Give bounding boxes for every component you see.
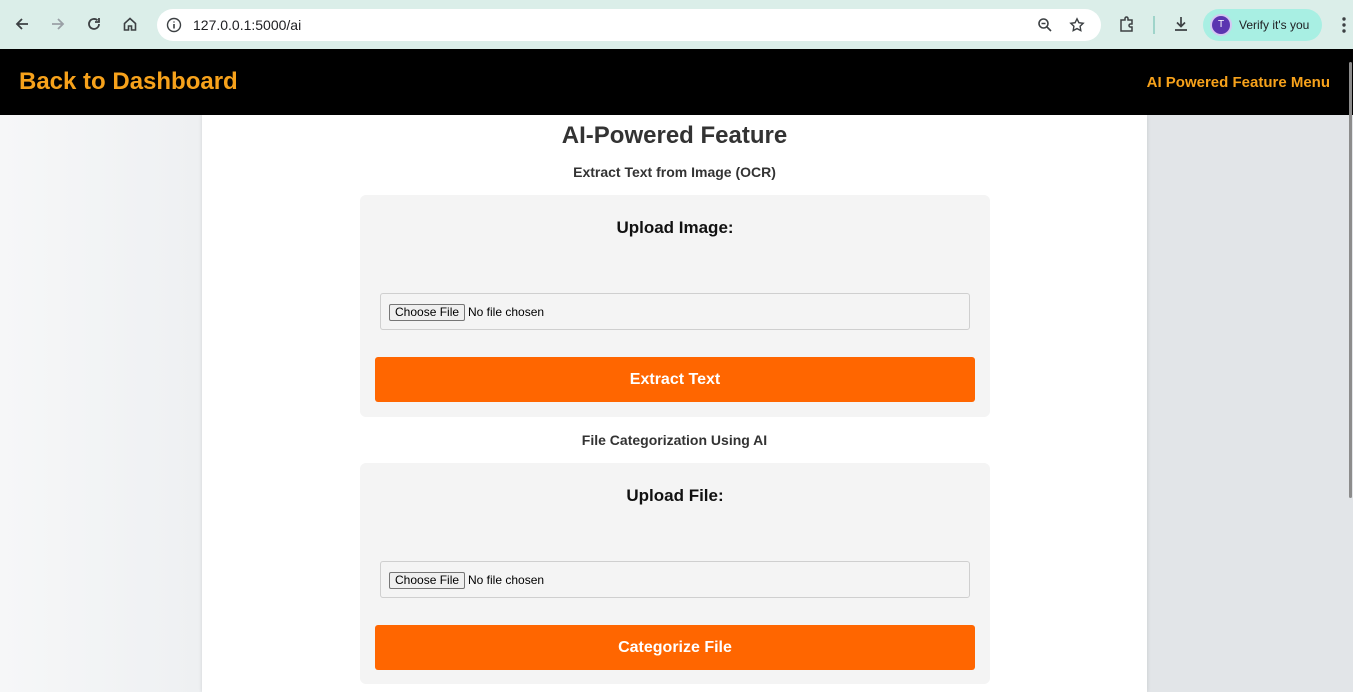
kebab-menu-icon[interactable] [1334,14,1353,36]
toolbar-divider [1153,16,1155,34]
ocr-panel: Upload Image: Choose File No file chosen… [360,195,990,417]
file-status-text: No file chosen [468,573,545,587]
choose-file-button[interactable]: Choose File [389,304,466,321]
categorization-section-title: File Categorization Using AI [581,432,768,448]
extract-text-button[interactable]: Extract Text [375,357,975,402]
file-input[interactable]: Choose File No file chosen [380,561,970,598]
bookmark-star-icon[interactable] [1065,13,1089,37]
url-text[interactable]: 127.0.0.1:5000/ai [193,17,301,33]
page-title: AI-Powered Feature [561,122,788,149]
back-to-dashboard-link[interactable]: Back to Dashboard [19,68,238,96]
ocr-section-title: Extract Text from Image (OCR) [573,164,776,180]
file-status-text: No file chosen [468,305,545,319]
back-arrow-icon[interactable] [10,12,34,36]
zoom-icon[interactable] [1033,13,1057,37]
categorization-panel: Upload File: Choose File No file chosen … [360,463,990,684]
forward-arrow-icon[interactable] [46,12,70,36]
ai-feature-menu-link[interactable]: AI Powered Feature Menu [1147,74,1330,91]
reload-icon[interactable] [82,12,106,36]
choose-file-button[interactable]: Choose File [389,572,466,589]
avatar: T [1212,16,1230,34]
verify-profile-button[interactable]: T Verify it's you [1203,9,1322,41]
page-background-right [1147,115,1353,692]
image-file-input[interactable]: Choose File No file chosen [380,293,970,330]
verify-label: Verify it's you [1239,18,1310,32]
main-card: AI-Powered Feature Extract Text from Ima… [202,115,1147,692]
site-header: Back to Dashboard AI Powered Feature Men… [0,49,1353,115]
upload-file-label: Upload File: [626,486,724,505]
categorize-file-button[interactable]: Categorize File [375,625,975,670]
browser-toolbar: 127.0.0.1:5000/ai T Verify it's you [0,0,1353,49]
home-icon[interactable] [118,12,142,36]
download-icon[interactable] [1169,12,1193,36]
upload-image-label: Upload Image: [616,218,734,237]
page-background [0,115,202,692]
address-bar[interactable]: 127.0.0.1:5000/ai [157,9,1101,41]
scrollbar-thumb[interactable] [1349,62,1352,498]
extensions-icon[interactable] [1115,12,1139,36]
site-info-icon[interactable] [162,13,186,37]
